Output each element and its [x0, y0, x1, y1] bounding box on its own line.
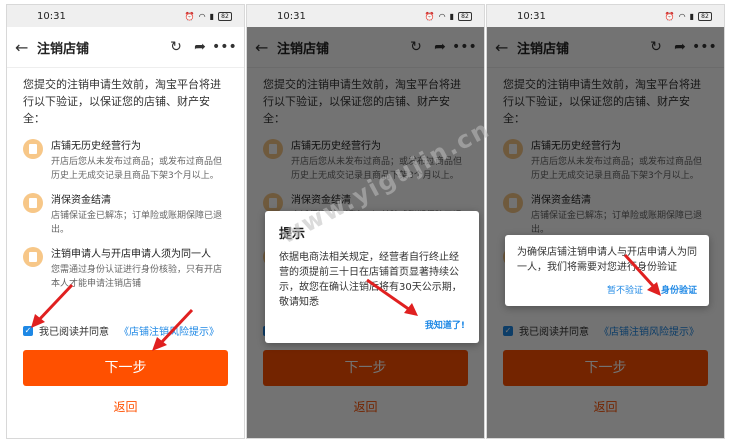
battery-icon: 82: [218, 11, 232, 21]
signal-icon: ▮: [449, 11, 454, 21]
status-bar: 10:31 ⏰ ◠ ▮ 82: [487, 5, 724, 27]
alarm-icon: ⏰: [664, 11, 675, 21]
status-icons: ⏰ ◠ ▮ 82: [424, 11, 472, 21]
item-title: 注销申请人与开店申请人须为同一人: [51, 249, 211, 260]
list-item: 消保资金结清 店铺保证金已解冻；订单险或账期保障已退出。: [23, 191, 228, 237]
share-icon[interactable]: ➦: [188, 39, 212, 55]
list-item: 店铺无历史经营行为 开店后您从未发布过商品；或发布过商品但历史上无成交记录且商品…: [23, 137, 228, 183]
wifi-icon: ◠: [678, 11, 686, 21]
annotation-arrow-icon: [31, 283, 74, 328]
alarm-icon: ⏰: [424, 11, 435, 21]
battery-icon: 82: [458, 11, 472, 21]
signal-icon: ▮: [689, 11, 694, 21]
identity-verify-dialog: 为确保店铺注销申请人与开店申请人为同一人，我们将需要对您进行身份验证 暂不验证 …: [505, 235, 709, 306]
annotation-arrow-icon: [623, 253, 661, 296]
dialog-message: 为确保店铺注销申请人与开店申请人为同一人，我们将需要对您进行身份验证: [517, 247, 697, 273]
more-icon[interactable]: •••: [212, 39, 237, 55]
wifi-icon: ◠: [198, 11, 206, 21]
intro-text: 您提交的注销申请生效前，淘宝平台将进行以下验证，以保证您的店铺、财产安全：: [23, 78, 221, 125]
item-desc: 店铺保证金已解冻；订单险或账期保障已退出。: [51, 211, 223, 235]
annotation-arrow-icon: [366, 278, 418, 316]
nav-bar: ← 注销店铺 ↻ ➦ •••: [7, 27, 244, 68]
status-time: 10:31: [277, 10, 306, 22]
document-icon: [23, 139, 43, 159]
battery-icon: 82: [698, 11, 712, 21]
status-bar: 10:31 ⏰ ◠ ▮ 82: [7, 5, 244, 27]
refresh-icon[interactable]: ↻: [164, 39, 188, 55]
back-arrow-icon[interactable]: ←: [15, 38, 37, 57]
annotation-arrow-icon: [152, 308, 194, 351]
status-time: 10:31: [517, 10, 546, 22]
status-icons: ⏰ ◠ ▮ 82: [664, 11, 712, 21]
item-desc: 开店后您从未发布过商品；或发布过商品但历史上无成交记录且商品下架3个月以上。: [51, 157, 223, 181]
money-icon: [23, 193, 43, 213]
modal-overlay[interactable]: [487, 27, 724, 438]
page-title: 注销店铺: [37, 41, 90, 57]
next-step-button[interactable]: 下一步: [23, 350, 228, 386]
status-icons: ⏰ ◠ ▮ 82: [184, 11, 232, 21]
status-time: 10:31: [37, 10, 66, 22]
item-title: 消保资金结清: [51, 195, 111, 206]
item-desc: 您需通过身份认证进行身份核验，只有开店本人才能申请注销店铺: [51, 265, 223, 289]
user-icon: [23, 247, 43, 267]
item-title: 店铺无历史经营行为: [51, 141, 141, 152]
alarm-icon: ⏰: [184, 11, 195, 21]
wifi-icon: ◠: [438, 11, 446, 21]
phone-screen-3: 10:31 ⏰ ◠ ▮ 82 ← 注销店铺 ↻ ➦ ••• 您提交的注销申请生效…: [486, 4, 725, 439]
acknowledge-button[interactable]: 我知道了!: [425, 318, 465, 331]
status-bar: 10:31 ⏰ ◠ ▮ 82: [247, 5, 484, 27]
phone-screen-1: 10:31 ⏰ ◠ ▮ 82 ← 注销店铺 ↻ ➦ ••• 您提交的注销申请生效…: [6, 4, 245, 439]
signal-icon: ▮: [209, 11, 214, 21]
return-button[interactable]: 返回: [7, 398, 244, 415]
